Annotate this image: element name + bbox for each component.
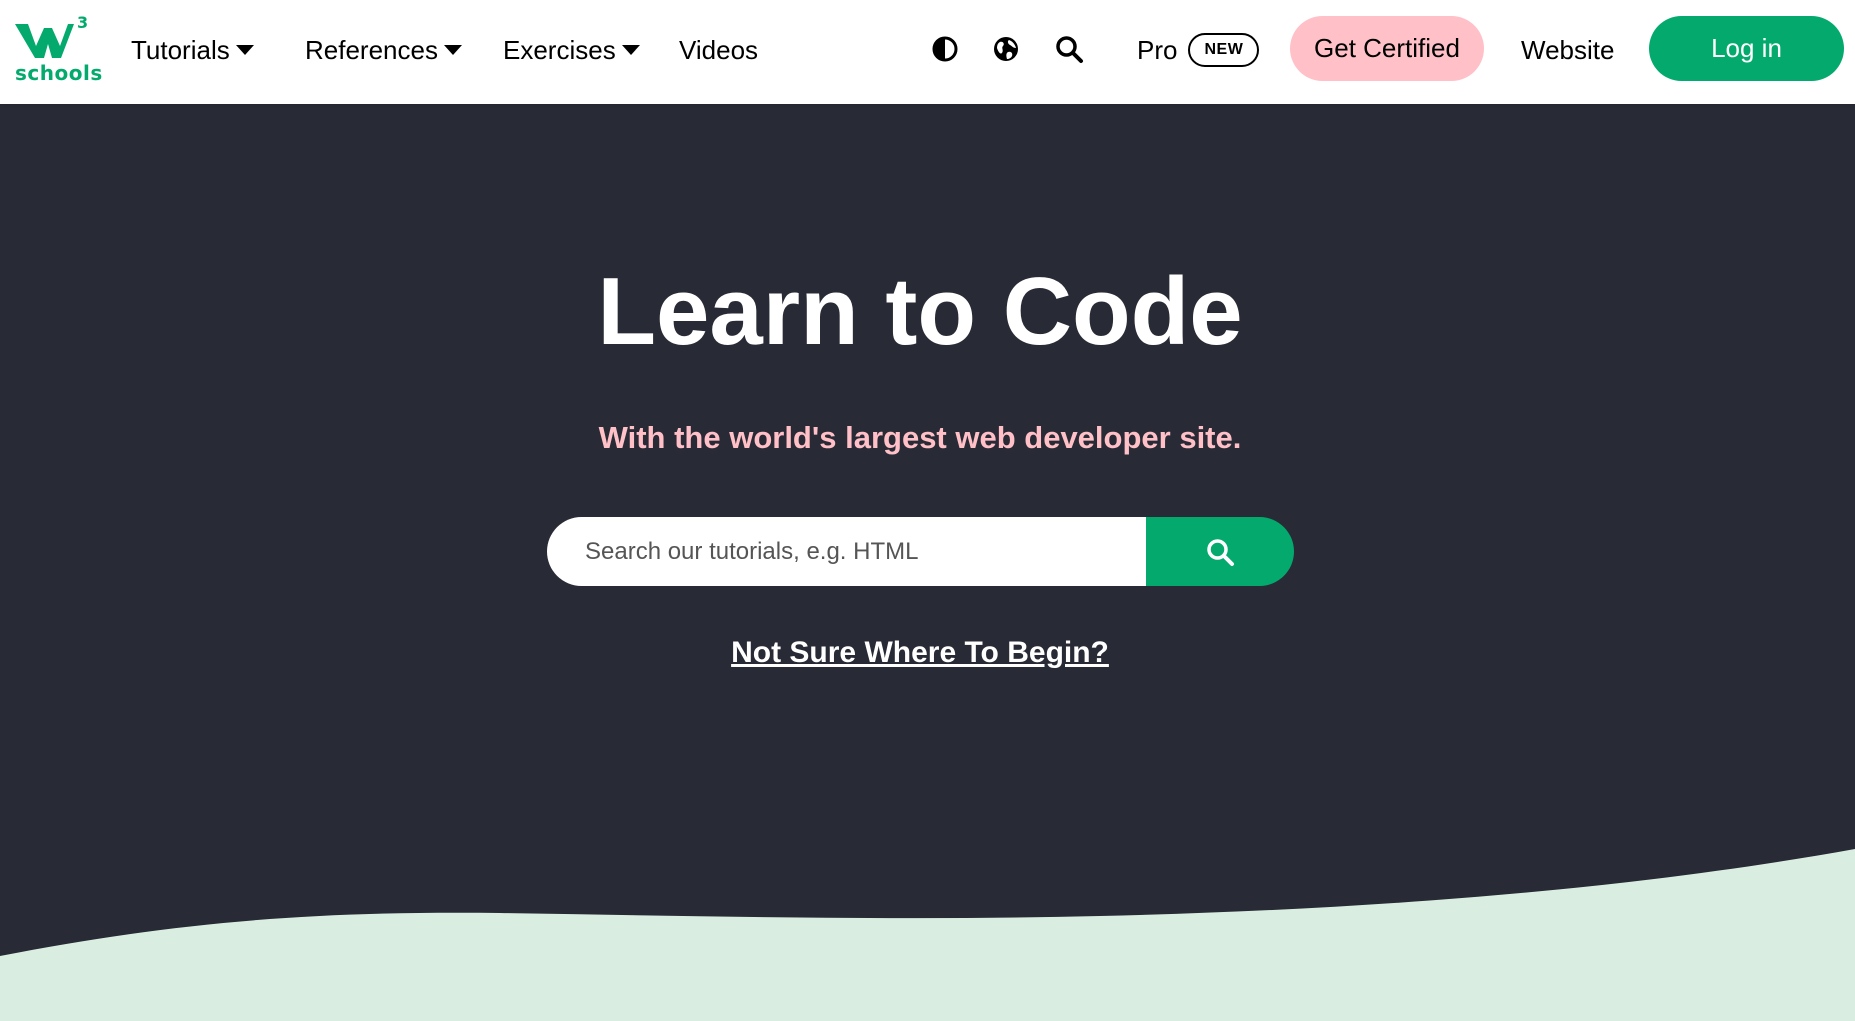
nav-tutorials-label: Tutorials: [131, 34, 230, 65]
login-button[interactable]: Log in: [1649, 16, 1844, 81]
caret-down-icon: [235, 45, 254, 55]
globe-icon: [994, 37, 1018, 61]
website-link[interactable]: Website: [1521, 30, 1614, 70]
nav-tutorials-menu[interactable]: Tutorials: [131, 30, 254, 70]
hero-subtitle: With the world's largest web developer s…: [598, 420, 1242, 455]
tutorial-search-input[interactable]: [547, 517, 1146, 586]
search-icon: [1207, 538, 1234, 566]
wave-divider: [0, 849, 1855, 1021]
get-certified-button[interactable]: Get Certified: [1290, 16, 1484, 81]
contrast-icon: [932, 36, 958, 62]
tutorial-search-bar: [547, 517, 1294, 586]
logo-superscript: 3: [77, 14, 88, 32]
hero-section: Learn to Code With the world's largest w…: [0, 104, 1855, 1021]
pro-link[interactable]: Pro NEW: [1137, 30, 1260, 70]
not-sure-where-to-begin-link[interactable]: Not Sure Where To Begin?: [0, 636, 1840, 670]
nav-references-label: References: [305, 34, 438, 65]
top-navigation-bar: 3 schools Tutorials References Exercises…: [0, 0, 1855, 104]
search-submit-button[interactable]: [1146, 517, 1294, 586]
pro-label: Pro: [1137, 34, 1178, 65]
nav-search-button[interactable]: [1053, 33, 1085, 65]
nav-videos-label: Videos: [679, 34, 759, 65]
caret-down-icon: [443, 45, 462, 55]
nav-references-menu[interactable]: References: [305, 30, 462, 70]
theme-toggle-button[interactable]: [929, 33, 961, 65]
nav-videos-link[interactable]: Videos: [679, 30, 758, 70]
new-badge: NEW: [1188, 33, 1260, 67]
hero-title: Learn to Code: [597, 258, 1243, 365]
w3-logo-icon: 3: [15, 14, 88, 58]
nav-exercises-menu[interactable]: Exercises: [503, 30, 640, 70]
logo-text: schools: [15, 61, 103, 85]
search-icon: [1056, 36, 1083, 63]
nav-exercises-label: Exercises: [503, 34, 616, 65]
caret-down-icon: [621, 45, 640, 55]
language-button[interactable]: [990, 33, 1022, 65]
w3schools-logo[interactable]: 3 schools: [14, 14, 102, 86]
